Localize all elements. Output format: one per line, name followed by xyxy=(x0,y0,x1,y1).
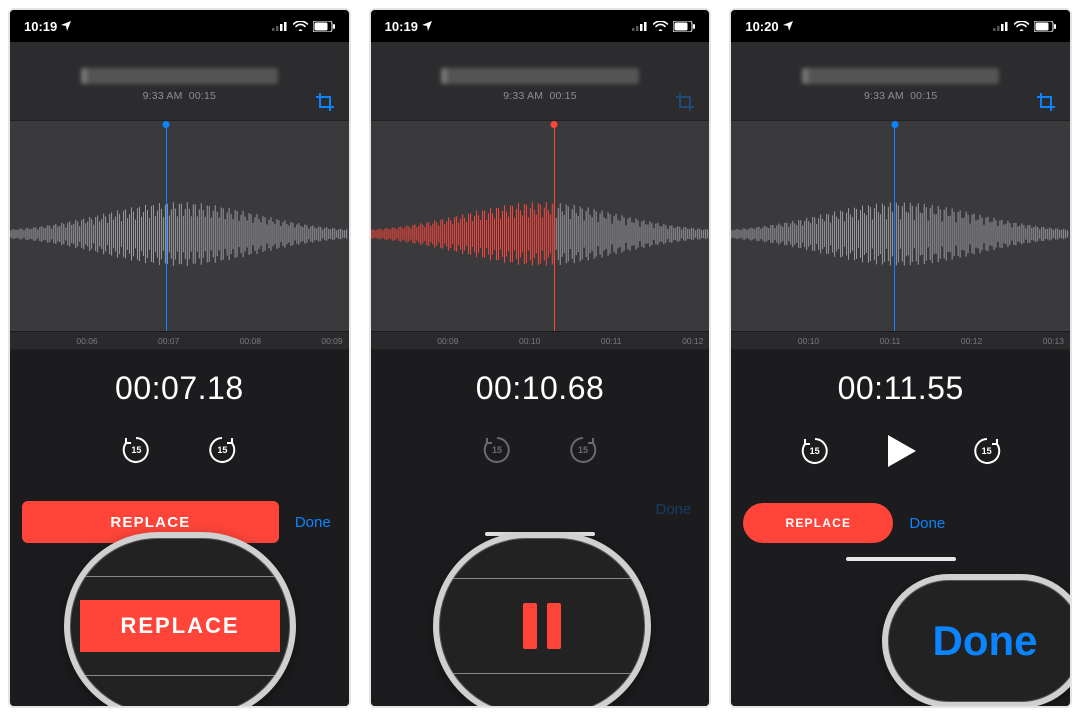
wifi-icon xyxy=(293,21,308,31)
recording-header: 9:33 AM 00:15 xyxy=(371,42,710,120)
crop-trim-icon[interactable] xyxy=(1036,92,1056,112)
playhead[interactable] xyxy=(894,121,895,331)
battery-icon xyxy=(673,21,695,32)
done-button[interactable]: Done xyxy=(903,515,951,532)
waveform xyxy=(731,159,1070,309)
zoom-callout-replace: REPLACE xyxy=(64,532,296,708)
battery-icon xyxy=(313,21,335,32)
crop-trim-icon[interactable] xyxy=(315,92,335,112)
play-button[interactable] xyxy=(886,435,916,467)
crop-trim-icon[interactable] xyxy=(675,92,695,112)
waveform xyxy=(371,159,710,309)
zoom-callout-pause xyxy=(433,532,651,708)
skip-back-15-button[interactable]: 15 xyxy=(482,435,512,465)
home-indicator[interactable] xyxy=(846,557,956,561)
time-ruler: 00:1000:1100:1200:13 xyxy=(731,331,1070,349)
wifi-icon xyxy=(1014,21,1029,31)
status-time: 10:20 xyxy=(745,19,778,34)
cellular-icon xyxy=(632,21,648,31)
pause-icon[interactable] xyxy=(513,597,571,655)
recording-subtitle: 9:33 AM 00:15 xyxy=(20,90,339,102)
battery-icon xyxy=(1034,21,1056,32)
phone-screen-2: 10:19 9:33 AM 00:15 00:0900:1000:1100:12… xyxy=(369,8,712,708)
recording-header: 9:33 AM 00:15 xyxy=(10,42,349,120)
location-icon xyxy=(783,21,793,31)
skip-forward-15-button[interactable]: 15 xyxy=(207,435,237,465)
skip-back-15-button[interactable]: 15 xyxy=(800,436,830,466)
waveform xyxy=(10,159,349,309)
done-button[interactable]: Done xyxy=(649,501,697,518)
done-button[interactable]: Done xyxy=(289,514,337,531)
status-time: 10:19 xyxy=(24,19,57,34)
wifi-icon xyxy=(653,21,668,31)
recording-header: 9:33 AM 00:15 xyxy=(731,42,1070,120)
playhead[interactable] xyxy=(554,121,555,331)
skip-forward-15-button[interactable]: 15 xyxy=(568,435,598,465)
zoom-callout-done: Done xyxy=(882,574,1072,708)
notch xyxy=(831,10,971,32)
recording-subtitle: 9:33 AM 00:15 xyxy=(381,90,700,102)
transport-controls: 15 15 xyxy=(22,435,337,465)
zoom-done-button[interactable]: Done xyxy=(933,617,1038,665)
cellular-icon xyxy=(993,21,1009,31)
time-ruler: 00:0600:0700:0800:09 xyxy=(10,331,349,349)
waveform-area[interactable]: 00:1000:1100:1200:13 xyxy=(731,120,1070,350)
recording-subtitle: 9:33 AM 00:15 xyxy=(741,90,1060,102)
recording-title-blurred xyxy=(81,68,279,84)
zoom-replace-button[interactable]: REPLACE xyxy=(80,600,280,652)
waveform-area[interactable]: 00:0600:0700:0800:09 xyxy=(10,120,349,350)
cellular-icon xyxy=(272,21,288,31)
location-icon xyxy=(61,21,71,31)
replace-button[interactable]: REPLACE xyxy=(743,503,893,543)
phone-screen-3: 10:20 9:33 AM 00:15 00:1000:1100:1200:13… xyxy=(729,8,1072,708)
current-time: 00:07.18 xyxy=(22,370,337,407)
skip-forward-15-button[interactable]: 15 xyxy=(972,436,1002,466)
current-time: 00:11.55 xyxy=(743,370,1058,407)
skip-back-15-button[interactable]: 15 xyxy=(121,435,151,465)
phone-screen-1: 10:19 9:33 AM 00:15 00:0600:0700:0800:09… xyxy=(8,8,351,708)
notch xyxy=(470,10,610,32)
status-time: 10:19 xyxy=(385,19,418,34)
transport-controls: 15 15 xyxy=(743,435,1058,467)
transport-controls: 15 15 xyxy=(383,435,698,465)
recording-title-blurred xyxy=(441,68,639,84)
current-time: 00:10.68 xyxy=(383,370,698,407)
notch xyxy=(109,10,249,32)
playhead[interactable] xyxy=(166,121,167,331)
location-icon xyxy=(422,21,432,31)
waveform-area[interactable]: 00:0900:1000:1100:12 xyxy=(371,120,710,350)
time-ruler: 00:0900:1000:1100:12 xyxy=(371,331,710,349)
recording-title-blurred xyxy=(802,68,1000,84)
